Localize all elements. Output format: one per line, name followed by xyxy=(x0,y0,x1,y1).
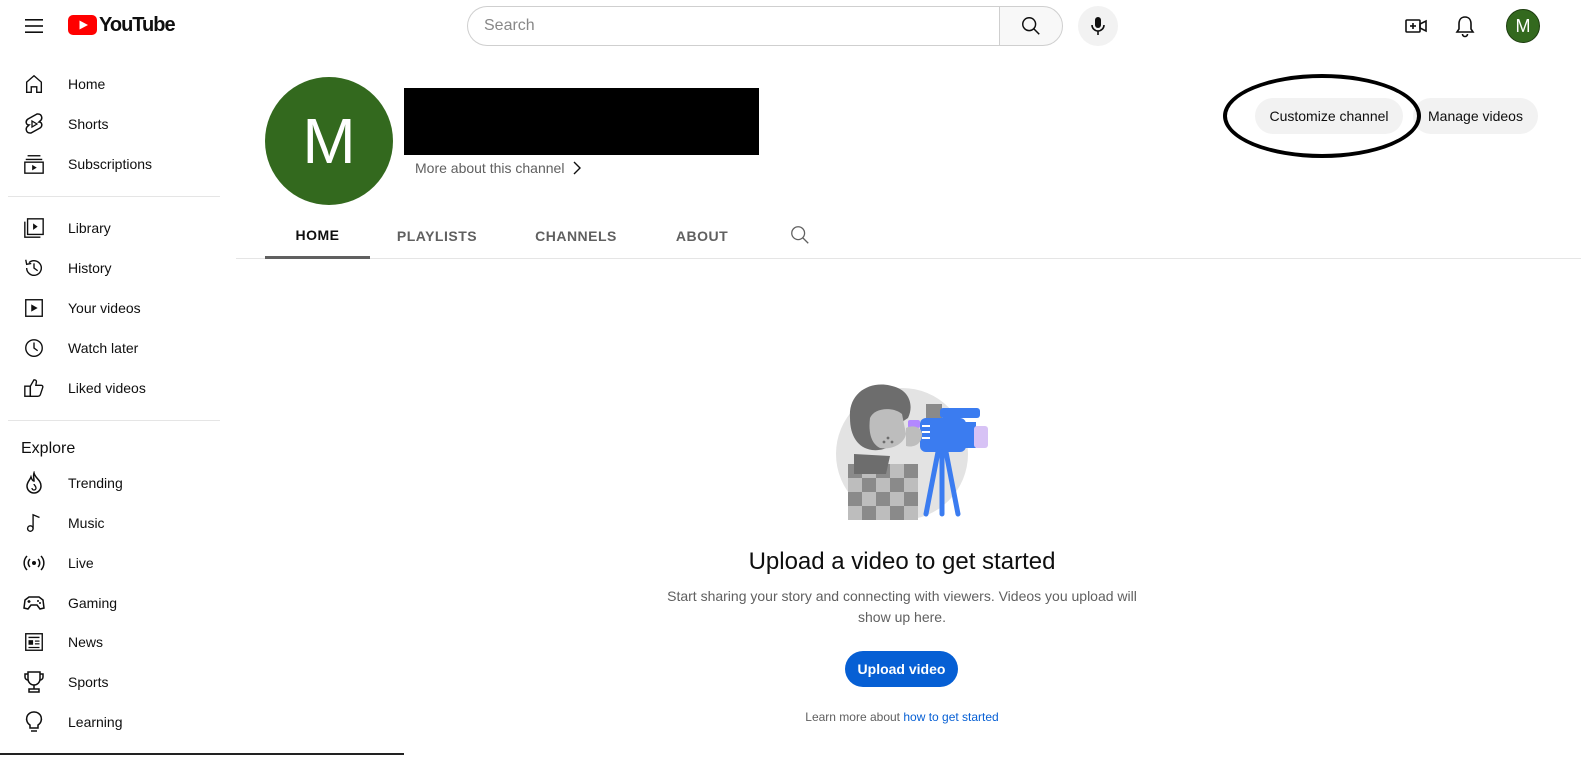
account-avatar[interactable]: M xyxy=(1506,9,1540,43)
learn-more-prefix: Learn more about xyxy=(805,710,900,724)
sidebar-item-watch-later[interactable]: Watch later xyxy=(0,328,220,368)
news-icon xyxy=(22,630,46,654)
sidebar-divider xyxy=(8,196,220,197)
channel-tabs: HOME PLAYLISTS CHANNELS ABOUT xyxy=(236,214,1581,259)
sidebar-item-label: Liked videos xyxy=(68,380,146,396)
liked-videos-icon xyxy=(22,376,46,400)
sidebar-item-your-videos[interactable]: Your videos xyxy=(0,288,220,328)
sidebar: Home Shorts Subscriptions Library Histor… xyxy=(0,52,220,761)
create-video-icon xyxy=(1405,19,1427,33)
empty-state-title: Upload a video to get started xyxy=(0,548,1581,576)
sidebar-item-shorts[interactable]: Shorts xyxy=(0,104,220,144)
tab-playlists[interactable]: PLAYLISTS xyxy=(384,214,490,258)
top-bar: YouTube M xyxy=(0,0,1581,52)
watch-later-icon xyxy=(22,336,46,360)
logo-text: YouTube xyxy=(99,13,176,36)
sidebar-item-label: History xyxy=(68,260,112,276)
home-icon xyxy=(22,72,46,96)
sidebar-item-library[interactable]: Library xyxy=(0,208,220,248)
sidebar-item-label: Trending xyxy=(68,475,123,491)
gaming-icon xyxy=(22,591,46,615)
sidebar-item-trending[interactable]: Trending xyxy=(0,463,220,503)
channel-search-button[interactable] xyxy=(789,224,813,248)
sidebar-item-home[interactable]: Home xyxy=(0,64,220,104)
create-button[interactable] xyxy=(1398,8,1434,44)
videographer-illustration xyxy=(836,384,988,520)
sidebar-item-label: Watch later xyxy=(68,340,139,356)
trending-icon xyxy=(22,471,46,495)
shorts-icon xyxy=(22,112,46,136)
sidebar-item-label: Shorts xyxy=(68,116,109,132)
channel-avatar: M xyxy=(265,77,393,205)
sidebar-item-sports[interactable]: Sports xyxy=(0,662,220,702)
subscriptions-icon xyxy=(22,152,46,176)
sidebar-item-label: Your videos xyxy=(68,300,141,316)
upload-video-button[interactable]: Upload video xyxy=(845,651,958,687)
channel-name-redacted xyxy=(404,88,759,155)
sidebar-item-label: Library xyxy=(68,220,111,236)
manage-videos-button[interactable]: Manage videos xyxy=(1413,98,1538,134)
sidebar-item-label: News xyxy=(68,634,104,650)
empty-state-title-text: Upload a video to get started xyxy=(748,548,1056,575)
sidebar-item-subscriptions[interactable]: Subscriptions xyxy=(0,144,220,184)
sidebar-item-label: Gaming xyxy=(68,595,118,611)
empty-state-subtitle: Start sharing your story and connecting … xyxy=(667,588,1137,625)
sidebar-item-gaming[interactable]: Gaming xyxy=(0,583,220,623)
bottom-edge-bar xyxy=(0,753,404,755)
sidebar-item-liked-videos[interactable]: Liked videos xyxy=(0,368,220,408)
chevron-right-icon xyxy=(573,161,582,175)
tab-channels[interactable]: CHANNELS xyxy=(519,214,633,258)
search-icon xyxy=(1022,17,1040,35)
sports-icon xyxy=(22,670,46,694)
how-to-get-started-link[interactable]: how to get started xyxy=(903,710,998,724)
sidebar-divider xyxy=(8,420,220,421)
sidebar-item-news[interactable]: News xyxy=(0,622,220,662)
microphone-icon xyxy=(1091,17,1105,35)
sidebar-item-label: Subscriptions xyxy=(68,156,153,172)
customize-channel-button[interactable]: Customize channel xyxy=(1255,98,1403,134)
menu-button[interactable] xyxy=(16,8,52,44)
tab-home[interactable]: HOME xyxy=(265,214,370,259)
history-icon xyxy=(22,256,46,280)
bell-icon xyxy=(1455,16,1475,38)
sidebar-item-history[interactable]: History xyxy=(0,248,220,288)
sidebar-item-music[interactable]: Music xyxy=(0,503,220,543)
learn-more-text: Learn more about how to get started xyxy=(0,710,1581,724)
sidebar-item-label: Home xyxy=(68,76,106,92)
your-videos-icon xyxy=(22,296,46,320)
search-icon xyxy=(791,226,809,244)
search-button[interactable] xyxy=(999,6,1063,46)
tab-about[interactable]: ABOUT xyxy=(661,214,743,258)
sidebar-item-label: Music xyxy=(68,515,105,531)
explore-heading: Explore xyxy=(21,440,76,457)
music-icon xyxy=(22,511,46,535)
library-icon xyxy=(22,216,46,240)
hamburger-icon xyxy=(25,19,43,33)
more-about-channel-link[interactable]: More about this channel xyxy=(415,160,582,176)
notifications-button[interactable] xyxy=(1447,8,1483,44)
voice-search-button[interactable] xyxy=(1078,6,1118,46)
youtube-play-icon xyxy=(68,15,97,35)
youtube-logo[interactable]: YouTube xyxy=(68,13,176,36)
more-about-label: More about this channel xyxy=(415,160,565,176)
search-bar xyxy=(467,6,1063,46)
sidebar-item-label: Sports xyxy=(68,674,109,690)
search-input[interactable] xyxy=(467,6,999,46)
